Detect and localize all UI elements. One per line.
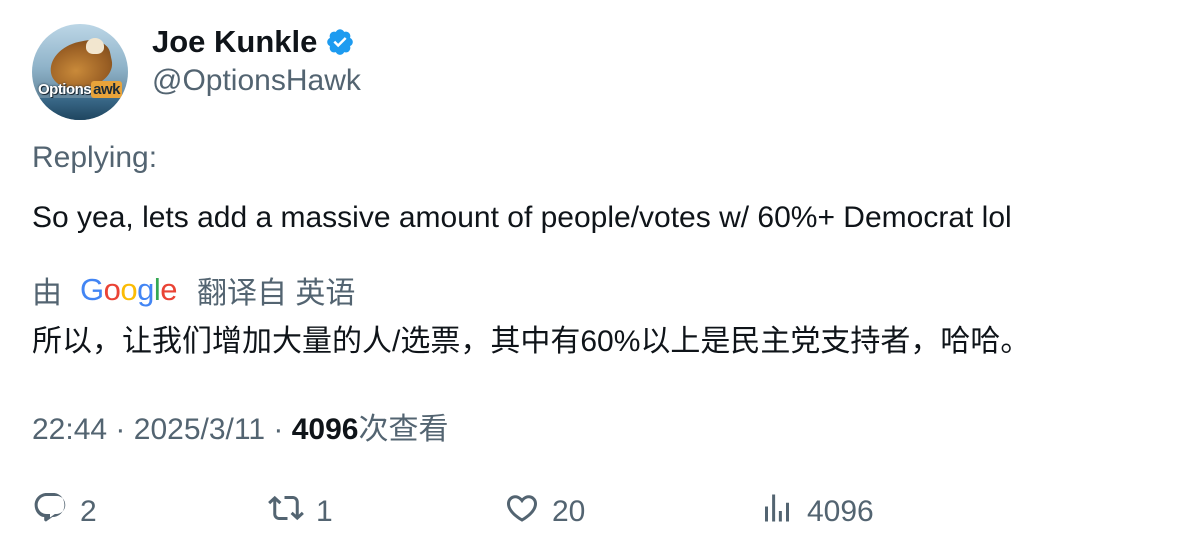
avatar-hawk-head <box>86 38 104 54</box>
avatar-water <box>32 98 128 120</box>
google-logo: Google <box>80 272 178 307</box>
like-count: 20 <box>552 495 586 528</box>
tweet-date[interactable]: 2025/3/11 <box>134 413 265 446</box>
author-handle[interactable]: @OptionsHawk <box>152 64 361 98</box>
display-name-row: Joe Kunkle <box>152 24 361 60</box>
views-chart-icon <box>759 490 795 534</box>
views-button[interactable]: 4096 <box>759 490 874 534</box>
meta-separator: · <box>273 413 284 446</box>
verified-badge-icon[interactable] <box>325 27 355 57</box>
retweet-button[interactable]: 1 <box>268 490 333 534</box>
display-name[interactable]: Joe Kunkle <box>152 24 317 60</box>
avatar[interactable]: Options awk <box>32 24 128 120</box>
translated-text: 所以，让我们增加大量的人/选票，其中有60%以上是民主党支持者，哈哈。 <box>32 325 1031 358</box>
views-count-meta: 4096 <box>291 413 359 446</box>
avatar-logo: Options awk <box>37 80 123 98</box>
action-bar: 2 1 20 4096 <box>32 490 1162 534</box>
meta-separator: · <box>115 413 126 446</box>
translated-from-label[interactable]: 翻译自 英语 <box>197 268 355 312</box>
like-button[interactable]: 20 <box>504 490 585 534</box>
heart-icon <box>504 490 540 534</box>
tweet-meta: 22:44 · 2025/3/11 · 4096次查看 <box>32 404 448 448</box>
retweet-icon <box>268 490 304 534</box>
views-label: 次查看 <box>358 413 449 446</box>
replying-label: Replying: <box>32 141 158 174</box>
tweet-header: Options awk Joe Kunkle @OptionsHawk <box>32 24 361 120</box>
reply-button[interactable]: 2 <box>32 490 97 534</box>
author-info: Joe Kunkle @OptionsHawk <box>152 24 361 120</box>
reply-icon <box>32 490 68 534</box>
retweet-count: 1 <box>316 495 333 528</box>
translation-attribution: 由 Google 翻译自 英语 <box>32 268 355 312</box>
tweet-text: So yea, lets add a massive amount of peo… <box>32 201 1012 234</box>
tweet-time[interactable]: 22:44 <box>32 413 107 446</box>
reply-count: 2 <box>80 495 97 528</box>
translated-by-label: 由 <box>32 277 62 310</box>
views-count: 4096 <box>807 495 874 528</box>
